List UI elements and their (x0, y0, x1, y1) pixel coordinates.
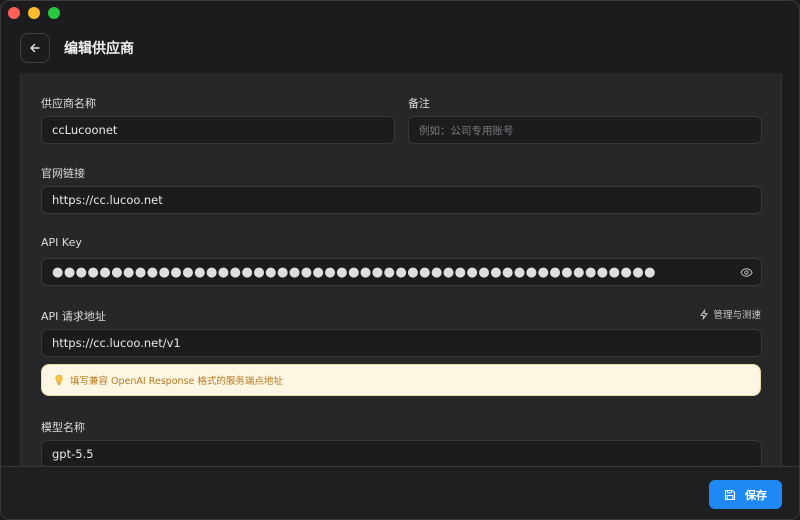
api-key-input[interactable]: ●●●●●●●●●●●●●●●●●●●●●●●●●●●●●●●●●●●●●●●●… (41, 258, 762, 286)
note-input[interactable]: 例如：公司专用账号 (408, 116, 762, 144)
model-input[interactable]: gpt-5.5 (41, 440, 762, 466)
api-key-label: API Key (41, 236, 82, 249)
save-button-label: 保存 (745, 488, 767, 502)
footer-bar: 保存 (1, 466, 799, 519)
api-key-value: ●●●●●●●●●●●●●●●●●●●●●●●●●●●●●●●●●●●●●●●●… (52, 264, 657, 280)
provider-name-input[interactable]: ccLucoonet (41, 116, 395, 144)
manage-speedtest-label: 管理与测速 (713, 310, 761, 321)
window-controls (8, 7, 60, 19)
minimize-window-button[interactable] (28, 7, 40, 19)
bolt-icon (700, 308, 709, 320)
maximize-window-button[interactable] (48, 7, 60, 19)
endpoint-tip: 填写兼容 OpenAI Response 格式的服务端点地址 (41, 364, 761, 396)
eye-icon[interactable] (740, 267, 753, 281)
close-window-button[interactable] (8, 7, 20, 19)
endpoint-label: API 请求地址 (41, 310, 106, 323)
page-title: 编辑供应商 (64, 41, 134, 57)
endpoint-tip-text: 填写兼容 OpenAI Response 格式的服务端点地址 (70, 376, 283, 387)
provider-name-label: 供应商名称 (41, 97, 96, 110)
manage-speedtest-link[interactable]: 管理与测速 (699, 307, 761, 321)
page-header: 编辑供应商 (20, 33, 134, 63)
model-label: 模型名称 (41, 421, 85, 434)
app-window: 编辑供应商 供应商名称 ccLucoonet 备注 例如：公司专用账号 官网链接… (0, 0, 800, 520)
back-button[interactable] (20, 33, 50, 63)
save-button[interactable]: 保存 (709, 480, 782, 509)
note-label: 备注 (408, 97, 430, 110)
website-input[interactable]: https://cc.lucoo.net (41, 186, 762, 214)
save-icon (724, 489, 736, 500)
website-label: 官网链接 (41, 167, 85, 180)
endpoint-input[interactable]: https://cc.lucoo.net/v1 (41, 329, 762, 357)
lightbulb-icon (55, 374, 63, 386)
form-panel: 供应商名称 ccLucoonet 备注 例如：公司专用账号 官网链接 https… (20, 73, 782, 466)
arrow-left-icon (30, 43, 40, 53)
